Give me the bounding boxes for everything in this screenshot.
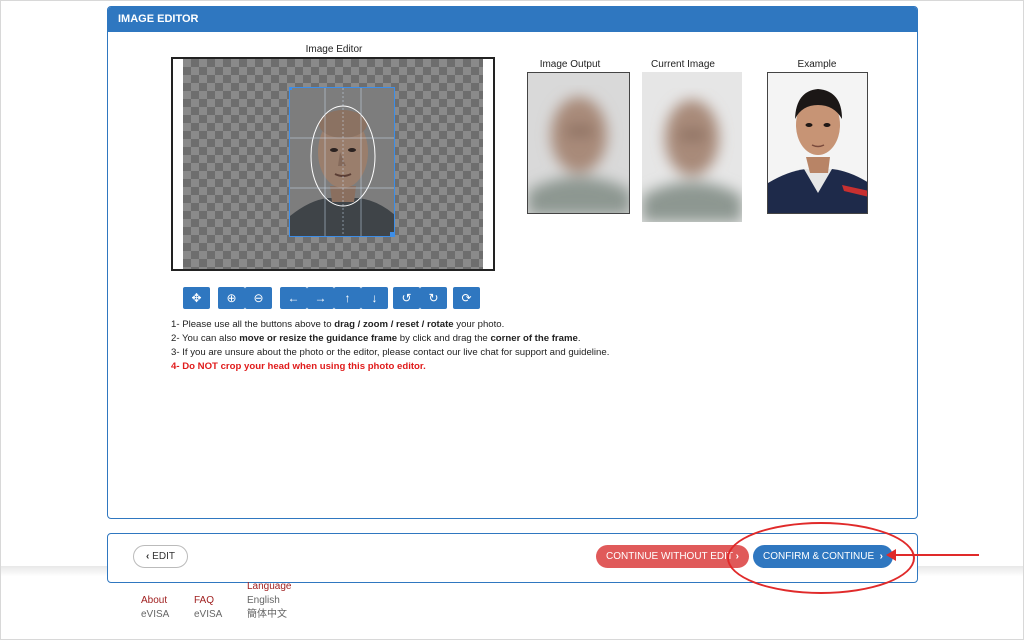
arrow-right-icon: → — [314, 291, 327, 305]
annotation-arrow-icon — [886, 549, 896, 561]
zoom-in-button[interactable]: ⊕ — [218, 287, 245, 309]
faq-link[interactable]: FAQ — [194, 594, 222, 608]
move-left-button[interactable]: ← — [280, 287, 307, 309]
photo-subject — [290, 88, 394, 236]
instruction-line-3: 3- If you are unsure about the photo or … — [171, 347, 610, 358]
arrow-left-icon: ← — [287, 291, 300, 305]
panel-title: IMAGE EDITOR — [108, 7, 917, 32]
blurred-portrait-output — [528, 73, 629, 213]
current-image-preview — [642, 72, 742, 222]
move-icon: ✥ — [191, 291, 202, 305]
instruction-line-4: 4- Do NOT crop your head when using this… — [171, 361, 426, 372]
arrow-up-icon: ↑ — [344, 291, 351, 305]
editor-toolbar: ✥ ⊕ ⊖ ← → ↑ ↓ ↺ ↻ ⟳ — [108, 287, 919, 309]
about-link[interactable]: About — [141, 594, 169, 608]
resize-handle[interactable] — [390, 232, 394, 236]
image-output-caption: Image Output — [539, 59, 601, 70]
transparency-background — [183, 59, 483, 269]
blurred-portrait-current — [642, 72, 742, 222]
footer-about: About eVISA — [141, 580, 169, 622]
annotation-arrow-line — [895, 554, 979, 556]
about-evisa-link[interactable]: eVISA — [141, 608, 169, 622]
edit-button[interactable]: ‹ EDIT — [133, 545, 188, 568]
language-heading: Language — [247, 581, 292, 592]
instruction-line-1: 1- Please use all the buttons above to d… — [171, 319, 505, 330]
example-photo — [767, 72, 868, 214]
instruction-line-2: 2- You can also move or resize the guida… — [171, 333, 581, 344]
rotate-right-button[interactable]: ↻ — [420, 287, 447, 309]
edit-button-label: EDIT — [152, 551, 175, 562]
image-editor-caption: Image Editor — [305, 44, 363, 55]
guidance-frame[interactable] — [289, 87, 395, 237]
image-output-preview — [527, 72, 630, 214]
zoom-in-icon: ⊕ — [226, 291, 237, 305]
language-english-link[interactable]: English — [247, 594, 292, 608]
example-portrait — [768, 73, 867, 213]
footer-faq: FAQ eVISA — [194, 580, 222, 622]
continue-without-edit-label: CONTINUE WITHOUT EDIT — [606, 551, 734, 562]
faq-evisa-link[interactable]: eVISA — [194, 608, 222, 622]
current-image-caption: Current Image — [651, 59, 715, 70]
move-right-button[interactable]: → — [307, 287, 334, 309]
footer-language: Language English 簡体中文 — [247, 580, 292, 622]
resize-handle[interactable] — [290, 88, 292, 90]
editor-canvas[interactable] — [171, 57, 495, 271]
move-down-button[interactable]: ↓ — [361, 287, 388, 309]
language-chinese-link[interactable]: 簡体中文 — [247, 608, 292, 622]
rotate-left-button[interactable]: ↺ — [393, 287, 420, 309]
arrow-down-icon: ↓ — [371, 291, 378, 305]
zoom-out-icon: ⊖ — [253, 291, 264, 305]
image-editor-panel: IMAGE EDITOR Image Editor Image Output C… — [107, 6, 918, 519]
instructions: 1- Please use all the buttons above to d… — [171, 318, 771, 374]
move-button[interactable]: ✥ — [183, 287, 210, 309]
chevron-left-icon: ‹ — [146, 551, 150, 562]
zoom-out-button[interactable]: ⊖ — [245, 287, 272, 309]
rotate-right-icon: ↻ — [428, 291, 439, 305]
reset-icon: ⟳ — [461, 291, 472, 305]
rotate-left-icon: ↺ — [401, 291, 412, 305]
reset-button[interactable]: ⟳ — [453, 287, 480, 309]
example-caption: Example — [797, 59, 837, 70]
move-up-button[interactable]: ↑ — [334, 287, 361, 309]
